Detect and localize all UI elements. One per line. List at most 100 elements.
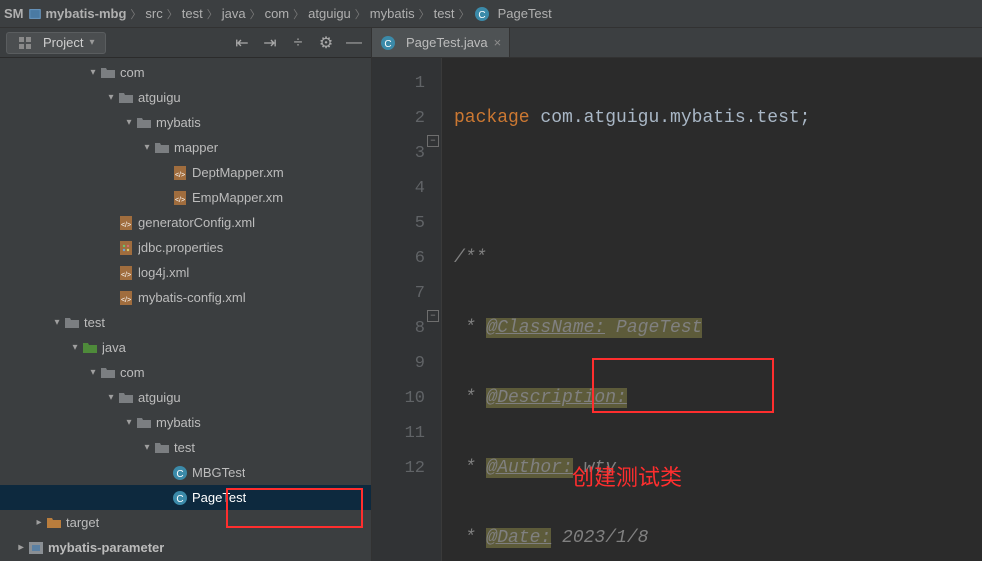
chevron-down-icon[interactable] <box>122 417 136 428</box>
tree-label: com <box>120 65 145 80</box>
breadcrumb-seg[interactable]: src <box>145 6 162 21</box>
tool-window-header: Project ▾ ⇤ ⇥ ÷ ⚙ — <box>0 28 371 58</box>
tree-row[interactable]: PageTest <box>0 485 371 510</box>
expand-icon[interactable]: ⇥ <box>259 33 281 53</box>
project-view-label: Project <box>43 35 83 50</box>
breadcrumb-seg[interactable]: mybatis <box>370 6 415 21</box>
chevron-down-icon[interactable] <box>140 442 154 453</box>
tree-label: log4j.xml <box>138 265 189 280</box>
tree-row[interactable]: atguigu <box>0 385 371 410</box>
chevron-down-icon[interactable] <box>86 367 100 378</box>
breadcrumb-seg[interactable]: test <box>182 6 203 21</box>
chevron-right-icon[interactable] <box>14 542 28 553</box>
code-comment: * <box>454 388 486 408</box>
code-comment: * <box>454 528 486 548</box>
code-doc-tag: @Description: <box>486 388 626 408</box>
code-doc-tag: @ClassName: <box>486 318 605 338</box>
svg-text:C: C <box>384 39 391 50</box>
editor-tab[interactable]: C PageTest.java × <box>372 28 510 57</box>
code-doc-tag: @Author: <box>486 458 572 478</box>
chevron-right-icon: 〉 <box>130 6 141 22</box>
chevron-right-icon: 〉 <box>167 6 178 22</box>
tree-label: generatorConfig.xml <box>138 215 255 230</box>
tree-row[interactable]: mybatis <box>0 410 371 435</box>
project-icon <box>17 35 33 51</box>
class-icon: C <box>474 6 490 22</box>
svg-text:C: C <box>478 10 485 21</box>
fold-bar[interactable]: − − <box>429 58 439 561</box>
code-doc-val: PageTest <box>605 318 702 338</box>
tree-row[interactable]: EmpMapper.xm <box>0 185 371 210</box>
tree-label: com <box>120 365 145 380</box>
tree-row[interactable]: java <box>0 335 371 360</box>
tree-row[interactable]: DeptMapper.xm <box>0 160 371 185</box>
breadcrumb-seg[interactable]: test <box>434 6 455 21</box>
code-area[interactable]: package com.atguigu.mybatis.test; /** * … <box>442 58 982 561</box>
folder-icon <box>136 415 152 431</box>
code-comment: * <box>454 318 486 338</box>
class-icon <box>172 465 188 481</box>
gear-icon[interactable]: ⚙ <box>315 33 337 53</box>
tree-row[interactable]: mybatis <box>0 110 371 135</box>
tree-row[interactable]: target <box>0 510 371 535</box>
tree-label: mybatis <box>156 115 201 130</box>
tree-label: mybatis-parameter <box>48 540 164 555</box>
breadcrumb-seg[interactable]: java <box>222 6 246 21</box>
fold-toggle-icon[interactable]: − <box>427 135 439 147</box>
tree-row[interactable]: log4j.xml <box>0 260 371 285</box>
fold-toggle-icon[interactable]: − <box>427 310 439 322</box>
collapse-icon[interactable]: ⇤ <box>231 33 253 53</box>
show-options-icon[interactable]: ÷ <box>287 34 309 52</box>
chevron-right-icon: 〉 <box>419 6 430 22</box>
chevron-right-icon[interactable] <box>32 517 46 528</box>
chevron-down-icon[interactable] <box>140 142 154 153</box>
folder-icon <box>100 65 116 81</box>
chevron-down-icon[interactable] <box>86 67 100 78</box>
breadcrumb-label: mybatis-mbg <box>46 6 127 21</box>
code-comment: /** <box>454 248 486 268</box>
tree-row[interactable]: generatorConfig.xml <box>0 210 371 235</box>
chevron-down-icon[interactable] <box>104 92 118 103</box>
folder-icon <box>64 315 80 331</box>
tree-label: java <box>102 340 126 355</box>
chevron-down-icon[interactable] <box>122 117 136 128</box>
breadcrumb-seg[interactable]: mybatis-mbg <box>28 6 127 21</box>
tree-row[interactable]: test <box>0 435 371 460</box>
project-view-selector[interactable]: Project ▾ <box>6 32 106 54</box>
close-icon[interactable]: × <box>494 35 502 50</box>
line-gutter[interactable]: 1 2 3 4 5 6 7 8 9 10 11 12 − − <box>372 58 442 561</box>
editor-pane: C PageTest.java × 1 2 3 4 5 6 7 8 9 10 1… <box>372 28 982 561</box>
tree-label: test <box>84 315 105 330</box>
tree-label: atguigu <box>138 390 181 405</box>
tree-row[interactable]: mapper <box>0 135 371 160</box>
tree-row[interactable]: atguigu <box>0 85 371 110</box>
chevron-down-icon: ▾ <box>89 37 94 48</box>
tree-row[interactable]: mybatis-parameter <box>0 535 371 560</box>
breadcrumb-seg[interactable]: com <box>265 6 290 21</box>
chevron-down-icon[interactable] <box>68 342 82 353</box>
xml-icon <box>172 190 188 206</box>
hide-icon[interactable]: — <box>343 34 365 52</box>
folder-icon <box>154 140 170 156</box>
tree-row[interactable]: com <box>0 60 371 85</box>
tree-label: mybatis <box>156 415 201 430</box>
tree-label: target <box>66 515 99 530</box>
chevron-down-icon[interactable] <box>50 317 64 328</box>
chevron-right-icon: 〉 <box>355 6 366 22</box>
class-icon: C <box>380 35 396 51</box>
chevron-right-icon: 〉 <box>207 6 218 22</box>
breadcrumb-seg[interactable]: atguigu <box>308 6 351 21</box>
tree-label: PageTest <box>192 490 246 505</box>
xml-icon <box>118 265 134 281</box>
code-doc-val: 2023/1/8 <box>551 528 648 548</box>
tree-row[interactable]: jdbc.properties <box>0 235 371 260</box>
breadcrumb-seg[interactable]: C PageTest <box>474 6 552 22</box>
chevron-down-icon[interactable] <box>104 392 118 403</box>
tree-label: MBGTest <box>192 465 245 480</box>
code-comment: * <box>454 458 486 478</box>
project-tree[interactable]: com atguigu mybatis mapperDeptMapper.xmEmpM… <box>0 58 371 561</box>
tree-row[interactable]: com <box>0 360 371 385</box>
tree-row[interactable]: test <box>0 310 371 335</box>
tree-row[interactable]: MBGTest <box>0 460 371 485</box>
tree-row[interactable]: mybatis-config.xml <box>0 285 371 310</box>
